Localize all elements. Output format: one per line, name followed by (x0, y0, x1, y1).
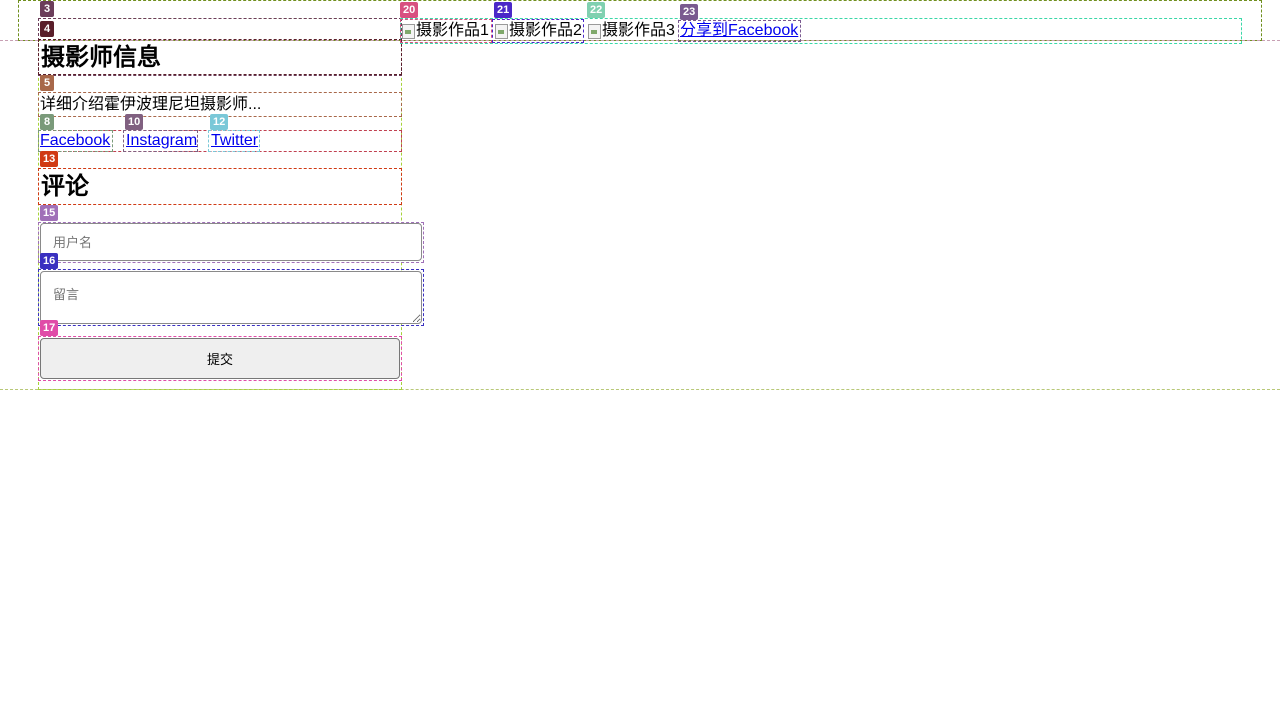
marker-5: 5 (40, 75, 54, 91)
broken-image-icon (401, 23, 415, 39)
marker-20: 20 (400, 2, 419, 18)
gallery-image-1-alt: 摄影作品1 (416, 22, 489, 39)
marker-21: 21 (494, 2, 513, 18)
broken-image-icon (587, 23, 601, 39)
social-link-instagram[interactable]: Instagram (126, 131, 197, 151)
comments-heading-box (38, 168, 402, 205)
comments-heading: 评论 (41, 173, 89, 200)
submit-button[interactable]: 提交 (40, 338, 400, 379)
marker-16: 16 (40, 253, 59, 269)
social-link-facebook[interactable]: Facebook (40, 131, 110, 151)
broken-image-icon (494, 23, 508, 39)
marker-15: 15 (40, 205, 59, 221)
share-facebook-link[interactable]: 分享到Facebook (680, 21, 798, 41)
marker-4: 4 (40, 21, 54, 37)
marker-8: 8 (40, 114, 54, 130)
marker-17: 17 (40, 320, 59, 336)
marker-23: 23 (680, 4, 699, 20)
message-textarea[interactable] (40, 271, 422, 324)
marker-13: 13 (40, 151, 59, 167)
marker-12: 12 (210, 114, 229, 130)
gallery-image-2-alt: 摄影作品2 (509, 22, 582, 39)
photographer-heading: 摄影师信息 (41, 44, 161, 71)
marker-10: 10 (125, 114, 144, 130)
username-input[interactable] (40, 223, 422, 261)
gallery-image-3-alt: 摄影作品3 (602, 22, 675, 39)
gallery-image-2[interactable]: 摄影作品2 (494, 20, 582, 42)
marker-3: 3 (40, 1, 54, 17)
gallery-image-3[interactable]: 摄影作品3 (587, 20, 675, 42)
photographer-description: 详细介绍霍伊波理尼坦摄影师... (40, 96, 262, 113)
gallery-image-1[interactable]: 摄影作品1 (401, 20, 489, 42)
social-link-twitter[interactable]: Twitter (211, 131, 258, 151)
marker-22: 22 (587, 2, 606, 18)
